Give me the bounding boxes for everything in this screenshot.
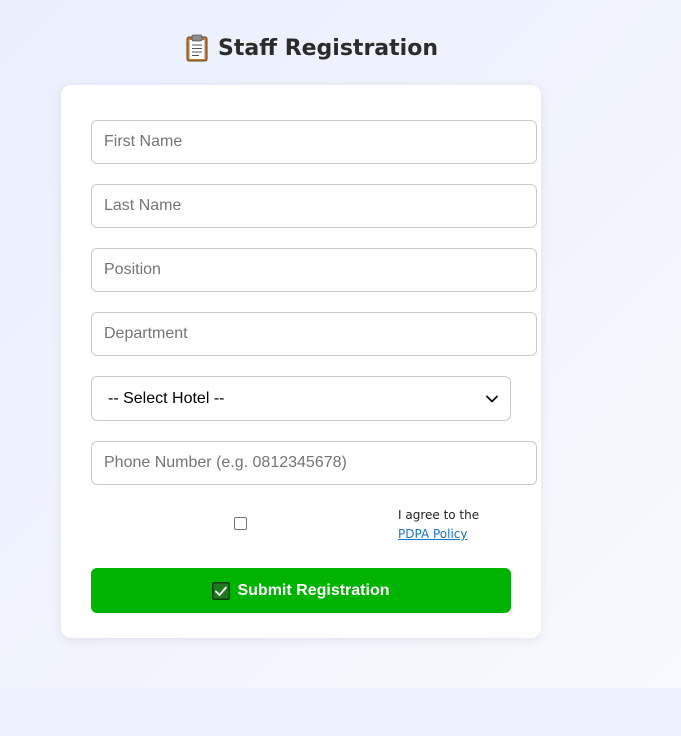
pdpa-policy-link[interactable]: PDPA Policy xyxy=(398,525,479,544)
submit-label: Submit Registration xyxy=(237,581,390,599)
page-title: Staff Registration xyxy=(186,34,438,62)
position-input[interactable] xyxy=(91,248,537,292)
department-input[interactable] xyxy=(91,312,537,356)
pdpa-agree-text: I agree to the PDPA Policy xyxy=(398,506,479,544)
hotel-select-value: -- Select Hotel -- xyxy=(108,389,225,407)
check-icon xyxy=(212,581,231,600)
submit-registration-button[interactable]: Submit Registration xyxy=(91,568,511,613)
last-name-input[interactable] xyxy=(91,184,537,228)
registration-form-card: -- Select Hotel -- I agree to the PDPA P… xyxy=(61,85,541,638)
hotel-select[interactable]: -- Select Hotel -- xyxy=(91,376,511,421)
clipboard-icon xyxy=(186,34,208,62)
agree-prefix: I agree to the xyxy=(398,508,480,522)
pdpa-agree-checkbox[interactable] xyxy=(234,517,247,530)
first-name-input[interactable] xyxy=(91,120,537,164)
page-title-text: Staff Registration xyxy=(218,35,438,61)
phone-number-input[interactable] xyxy=(91,441,537,485)
chevron-down-icon xyxy=(486,395,498,402)
